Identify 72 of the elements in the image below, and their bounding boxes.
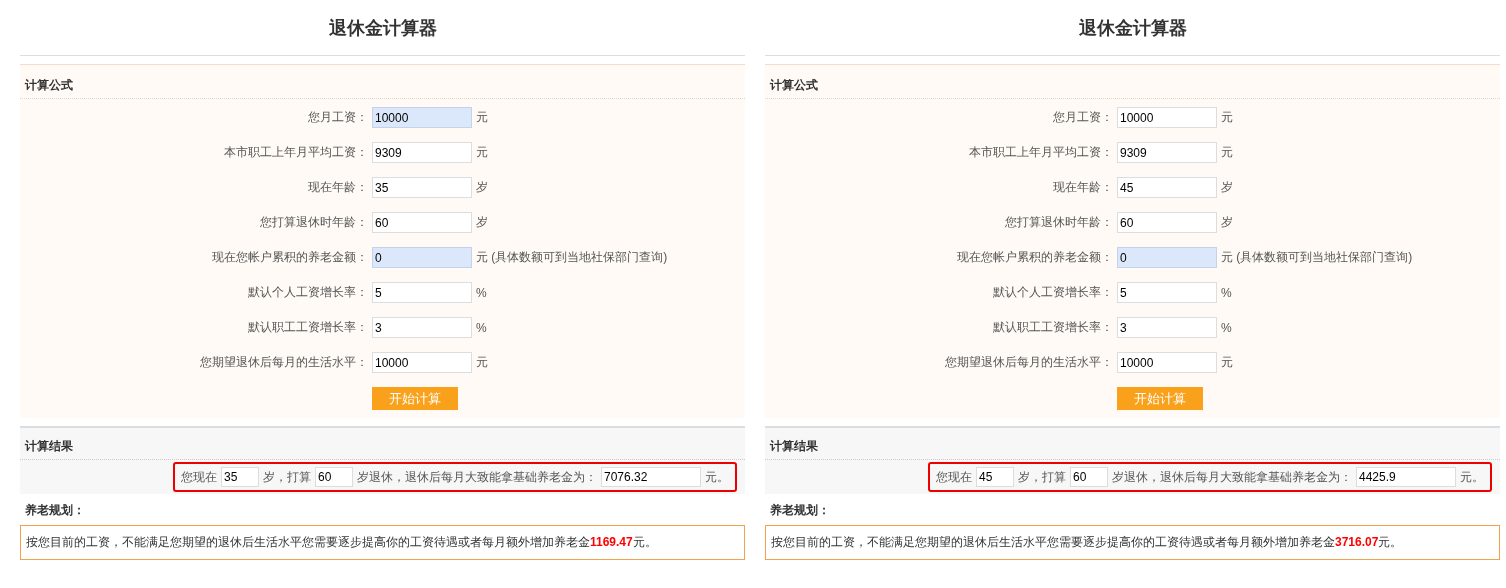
- advice-text: 按您目前的工资，不能满足您期望的退休后生活水平您需要逐步提高你的工资待遇或者每月额外增加养老金3716.07元。: [765, 525, 1500, 560]
- field-label: 现在年龄：: [1052, 179, 1113, 196]
- unit-label: %: [1221, 320, 1233, 335]
- field-label: 您月工资：: [1052, 109, 1113, 126]
- unit-label: 元 (具体数额可到当地社保部门查询): [1221, 249, 1414, 266]
- input-field[interactable]: 60: [1070, 467, 1108, 487]
- unit-label: %: [1221, 285, 1233, 300]
- result-text: 元。: [1460, 468, 1484, 486]
- input-field[interactable]: 10000: [1117, 352, 1217, 373]
- page-title: 退休金计算器: [1078, 16, 1187, 40]
- result-field[interactable]: 7076.32: [601, 467, 701, 487]
- input-field[interactable]: 45: [976, 467, 1014, 487]
- section-heading: 养老规划：: [24, 502, 86, 519]
- unit-label: 岁: [476, 179, 489, 196]
- input-field[interactable]: 0: [1117, 247, 1217, 268]
- field-label: 您月工资：: [307, 109, 368, 126]
- input-field[interactable]: 5: [372, 282, 472, 303]
- unit-label: 元: [1221, 354, 1234, 371]
- field-label: 默认个人工资增长率：: [247, 284, 368, 301]
- field-label: 本市职工上年月平均工资：: [223, 144, 368, 161]
- unit-label: 元 (具体数额可到当地社保部门查询): [476, 249, 669, 266]
- result-text: 岁，打算: [1018, 468, 1066, 486]
- section-heading: 计算公式: [765, 65, 1500, 99]
- advice-text: 按您目前的工资，不能满足您期望的退休后生活水平您需要逐步提高你的工资待遇或者每月额外增加养老金1169.47元。: [20, 525, 745, 560]
- field-label: 现在您帐户累积的养老金额：: [211, 249, 368, 266]
- field-label: 您打算退休时年龄：: [259, 214, 368, 231]
- input-field[interactable]: 3: [1117, 317, 1217, 338]
- field-label: 现在年龄：: [307, 179, 368, 196]
- input-field[interactable]: 9309: [1117, 142, 1217, 163]
- unit-label: 岁: [476, 214, 489, 231]
- field-label: 默认职工工资增长率：: [247, 319, 368, 336]
- section-heading: 计算结果: [20, 428, 745, 460]
- unit-label: %: [476, 285, 488, 300]
- input-field[interactable]: 35: [221, 467, 259, 487]
- input-field[interactable]: 9309: [372, 142, 472, 163]
- unit-label: 元: [476, 109, 489, 126]
- result-text: 您现在: [181, 468, 217, 486]
- field-label: 默认个人工资增长率：: [992, 284, 1113, 301]
- field-label: 默认职工工资增长率：: [992, 319, 1113, 336]
- section-heading: 计算公式: [20, 65, 745, 99]
- input-field[interactable]: 45: [1117, 177, 1217, 198]
- input-field[interactable]: 10000: [372, 107, 472, 128]
- input-field[interactable]: 60: [1117, 212, 1217, 233]
- input-field[interactable]: 60: [372, 212, 472, 233]
- result-text: 岁退休，退休后每月大致能拿基础养老金为：: [357, 468, 597, 486]
- field-label: 您打算退休时年龄：: [1004, 214, 1113, 231]
- section-heading: 计算结果: [765, 428, 1500, 460]
- input-field[interactable]: 60: [315, 467, 353, 487]
- field-label: 您期望退休后每月的生活水平：: [944, 354, 1113, 371]
- input-field[interactable]: 35: [372, 177, 472, 198]
- unit-label: 元: [1221, 109, 1234, 126]
- field-label: 现在您帐户累积的养老金额：: [956, 249, 1113, 266]
- result-text: 您现在: [936, 468, 972, 486]
- field-label: 本市职工上年月平均工资：: [968, 144, 1113, 161]
- result-text: 岁退休，退休后每月大致能拿基础养老金为：: [1112, 468, 1352, 486]
- unit-label: %: [476, 320, 488, 335]
- input-field[interactable]: 5: [1117, 282, 1217, 303]
- result-field[interactable]: 4425.9: [1356, 467, 1456, 487]
- section-heading: 养老规划：: [769, 502, 831, 519]
- input-field[interactable]: 0: [372, 247, 472, 268]
- input-field[interactable]: 3: [372, 317, 472, 338]
- input-field[interactable]: 10000: [372, 352, 472, 373]
- unit-label: 岁: [1221, 214, 1234, 231]
- input-field[interactable]: 10000: [1117, 107, 1217, 128]
- unit-label: 元: [1221, 144, 1234, 161]
- page-title: 退休金计算器: [328, 16, 437, 40]
- unit-label: 元: [476, 144, 489, 161]
- result-text: 岁，打算: [263, 468, 311, 486]
- unit-label: 岁: [1221, 179, 1234, 196]
- result-text: 元。: [705, 468, 729, 486]
- unit-label: 元: [476, 354, 489, 371]
- field-label: 您期望退休后每月的生活水平：: [199, 354, 368, 371]
